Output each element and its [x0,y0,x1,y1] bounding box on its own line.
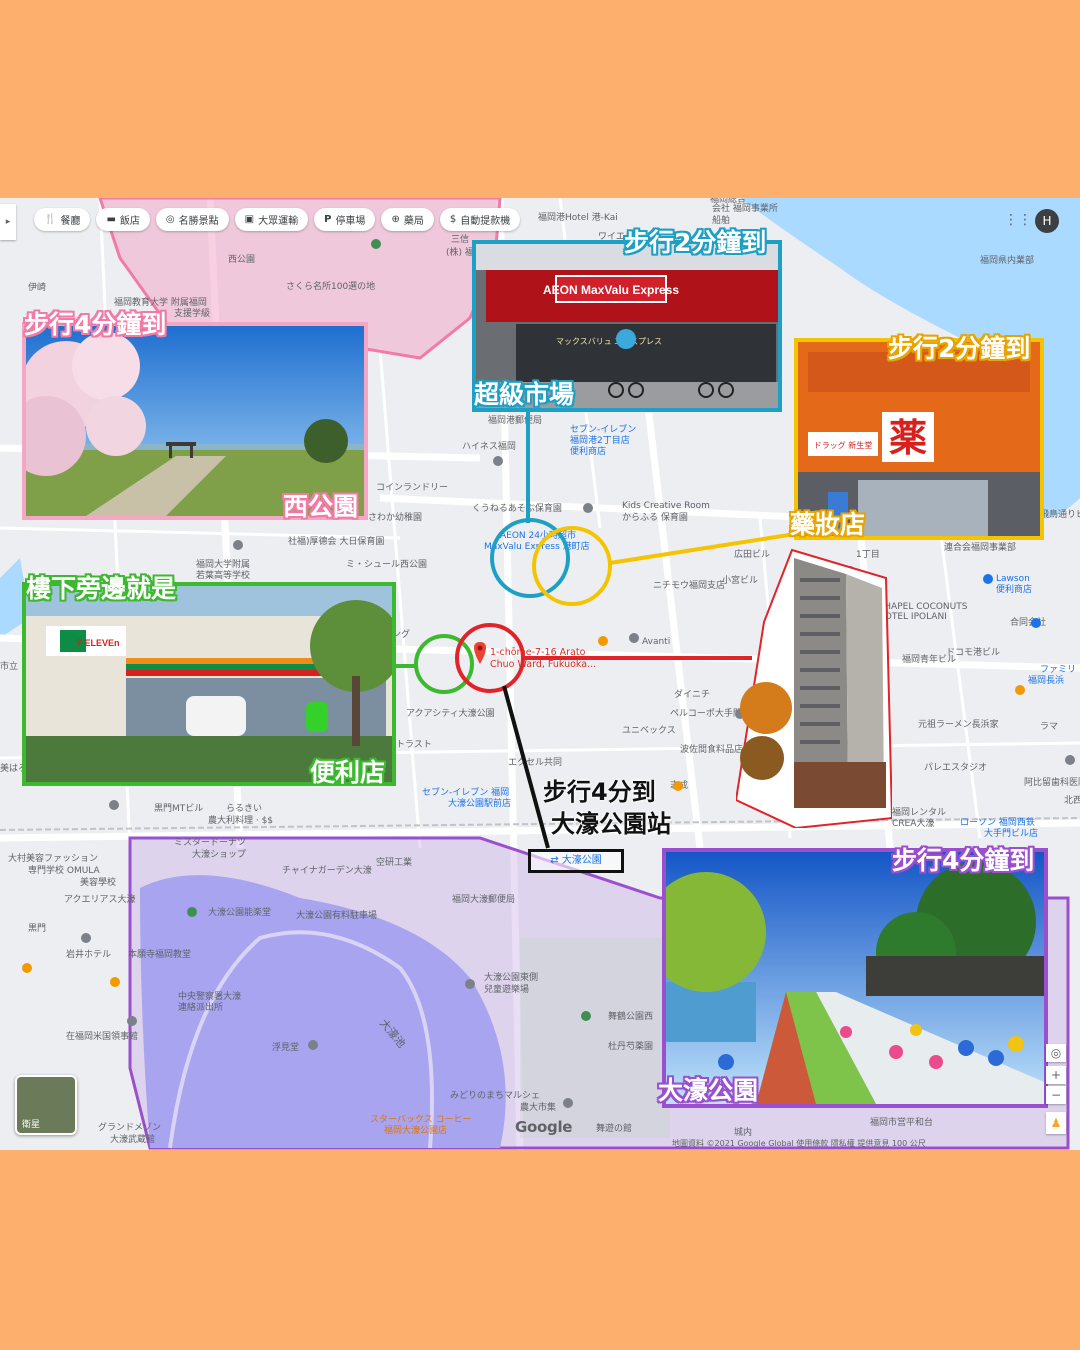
drugstore-marker [532,526,612,606]
my-location-icon[interactable]: ◎ [1046,1044,1066,1062]
train-icon: ⇄ [550,855,562,866]
supermarket-walk-label: 步行2分鐘到 [624,228,767,257]
ohori-park-name-label: 大濠公園 [658,1076,759,1105]
convenience-marker [414,634,474,694]
satellite-toggle[interactable]: 衛星 [15,1075,77,1135]
station-name-text: 大濠公園站 [551,810,671,838]
zoom-in-button[interactable]: + [1046,1066,1066,1084]
station-walk-text: 步行4分到 [543,778,656,806]
station-box[interactable]: ⇄ 大濠公園 [528,849,624,873]
station-label: 大濠公園 [561,855,602,866]
drugstore-name-label: 藥妝店 [790,510,866,539]
apartment-image [736,548,892,828]
station-callout: 步行4分到 大濠公園站 [543,776,671,840]
west-park-image [26,326,364,516]
google-logo: Google [515,1118,573,1136]
street-view-pegman-icon[interactable]: ♟ [1046,1112,1066,1134]
address-line: 1-chōme-7-16 Arato [490,647,586,658]
map-footer[interactable]: 地圖資料 ©2021 Google Global 使用條款 隱私權 提供意見 1… [672,1138,926,1149]
ohori-park-walk-label: 步行4分鐘到 [892,846,1035,875]
maxvalu-subsign: マックスバリュ エクスプレス [556,337,662,346]
station-connector [502,685,550,849]
convenience-name-label: 便利店 [310,758,386,787]
zoom-out-button[interactable]: − [1046,1086,1066,1104]
drugstore-walk-label: 步行2分鐘到 [888,334,1031,363]
convenience-walk-label: 樓下旁邊就是 [26,574,177,603]
west-park-photo [22,322,368,520]
location-pin-icon[interactable] [474,642,486,664]
west-park-name-label: 西公園 [283,492,359,521]
drug-subsign: ドラッグ 新生堂 [814,440,873,450]
ohori-park-photo [662,848,1048,1108]
drugstore-image: 薬 ドラッグ 新生堂 [798,342,1040,536]
address-line: Chuo Ward, Fukuoka... [490,659,597,670]
convenience-image: 7-ELEVEn [26,586,392,782]
west-park-walk-label: 步行4分鐘到 [24,310,167,339]
drug-sign: 薬 [889,416,927,460]
apartment-photo [736,548,892,828]
pinned-address[interactable]: 1-chōme-7-16 Arato Chuo Ward, Fukuoka... [490,647,596,671]
supermarket-name-label: 超級市場 [474,380,575,409]
map-canvas[interactable]: ▸ 🍴 餐廳 ▬ 飯店 ◎ 名勝景點 ▣ 大眾運輸 P 停車場 ⊕ 藥局 $ 自動提款機 ⋮⋮… [0,198,1080,1150]
maxvalu-sign: AEON MaxValu Express [543,283,679,297]
ohori-park-image [666,852,1044,1104]
convenience-photo: 7-ELEVEn [22,582,396,786]
satellite-label: 衛星 [22,1120,41,1130]
seven-sign: 7-ELEVEn [76,638,119,648]
